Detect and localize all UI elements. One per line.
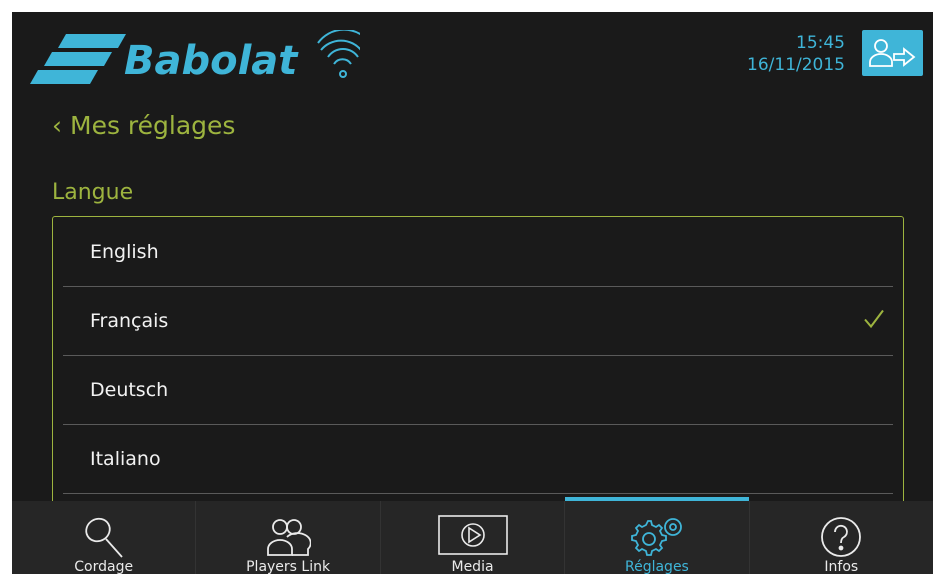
racket-icon bbox=[82, 515, 126, 563]
wifi-icon bbox=[317, 28, 371, 78]
nav-item-cordage[interactable]: Cordage bbox=[12, 501, 197, 574]
players-icon bbox=[265, 515, 312, 563]
nav-label: Infos bbox=[824, 559, 859, 574]
chevron-left-icon: ‹ bbox=[52, 111, 62, 140]
back-label: Mes réglages bbox=[70, 111, 236, 140]
back-button[interactable]: ‹ Mes réglages bbox=[52, 111, 235, 140]
babolat-logo: Babolat bbox=[30, 28, 371, 86]
nav-item-reglages[interactable]: Réglages bbox=[565, 497, 750, 574]
play-icon bbox=[437, 515, 508, 559]
gears-icon bbox=[628, 515, 686, 563]
nav-item-infos[interactable]: Infos bbox=[750, 501, 933, 574]
bottom-nav: Cordage Players Link Media Réglages Info… bbox=[12, 497, 933, 574]
language-label: Italiano bbox=[90, 447, 161, 470]
language-option[interactable]: English bbox=[63, 217, 893, 287]
date-text: 16/11/2015 bbox=[747, 55, 845, 75]
app-screen: Babolat 15:45 16/11/2015 ‹ Mes réglages … bbox=[12, 12, 933, 574]
language-option[interactable]: Italiano bbox=[63, 424, 893, 494]
nav-label: Media bbox=[451, 559, 494, 574]
time-text: 15:45 bbox=[796, 33, 845, 53]
nav-item-players-link[interactable]: Players Link bbox=[196, 501, 381, 574]
datetime: 15:45 16/11/2015 bbox=[747, 32, 845, 76]
nav-label: Cordage bbox=[74, 559, 134, 574]
nav-item-media[interactable]: Media bbox=[381, 501, 566, 574]
checkmark-icon bbox=[863, 307, 885, 334]
active-indicator bbox=[565, 497, 749, 501]
language-option[interactable]: Français bbox=[63, 286, 893, 356]
user-exit-icon bbox=[869, 39, 916, 67]
brand-wordmark: Babolat bbox=[124, 38, 299, 84]
section-title: Langue bbox=[52, 180, 134, 205]
logout-button[interactable] bbox=[862, 30, 923, 76]
nav-label: Réglages bbox=[624, 559, 689, 574]
language-label: Deutsch bbox=[90, 378, 169, 401]
help-icon bbox=[819, 515, 863, 563]
language-label: Français bbox=[90, 309, 169, 332]
nav-label: Players Link bbox=[246, 559, 331, 574]
language-option[interactable]: Deutsch bbox=[63, 355, 893, 425]
language-label: English bbox=[90, 240, 159, 263]
